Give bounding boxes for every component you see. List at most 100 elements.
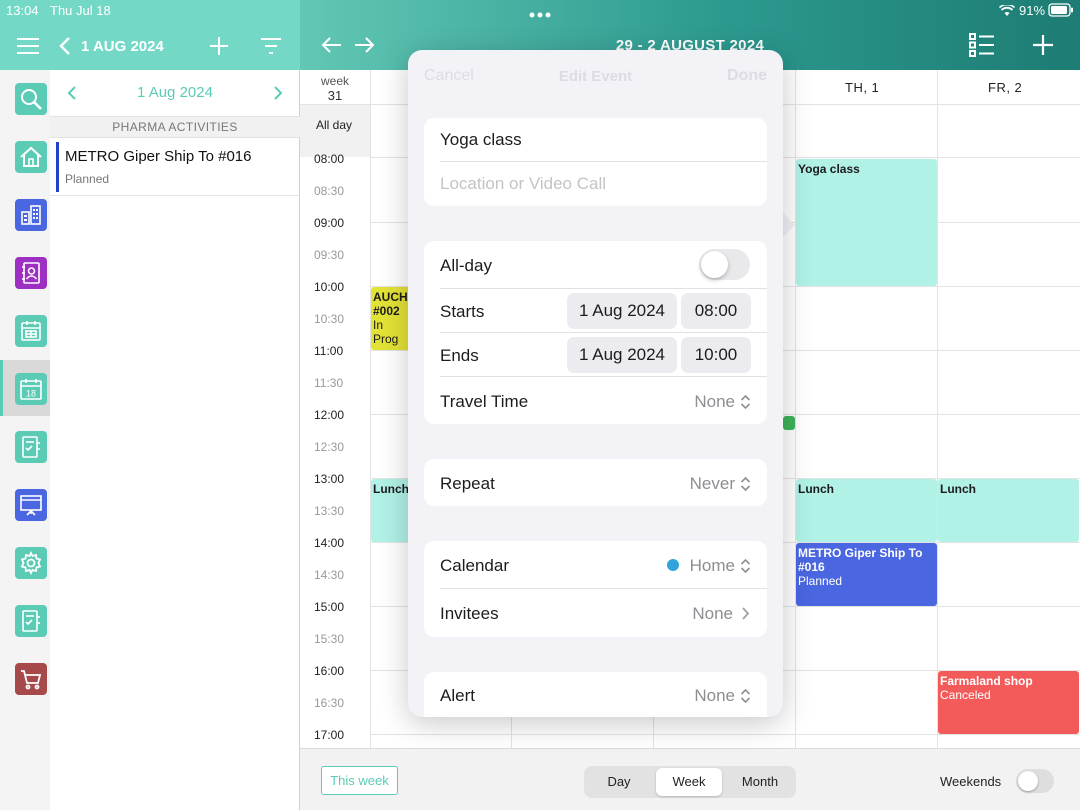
alert-group: Alert None [424, 672, 767, 717]
time-label: 10:00 [314, 280, 345, 294]
status-date: Thu Jul 18 [50, 3, 111, 18]
rail-orders[interactable] [0, 650, 50, 706]
invitees-value: None [692, 604, 733, 623]
event-title: Yoga class [798, 162, 860, 176]
invitees-row[interactable]: Invitees None [424, 589, 767, 637]
battery-icon [1048, 3, 1074, 22]
section-header: PHARMA ACTIVITIES [50, 116, 300, 138]
repeat-row[interactable]: Repeat Never [424, 459, 767, 506]
event-yoga-class[interactable]: Yoga class [796, 159, 937, 286]
time-label: 12:00 [314, 408, 345, 422]
ends-time-button[interactable]: 10:00 [681, 337, 751, 373]
time-label: 11:30 [314, 376, 344, 390]
rail-settings[interactable] [0, 534, 50, 590]
next-day-chevron-icon[interactable] [272, 85, 284, 106]
time-label: 12:30 [314, 440, 345, 454]
list-item-title: METRO Giper Ship To #016 [65, 148, 252, 165]
back-chevron-icon[interactable] [58, 36, 72, 61]
popover-arrow [783, 213, 795, 237]
battery-percent: 91% [1019, 3, 1046, 18]
day-header-friday[interactable]: FR, 2 [988, 80, 1022, 95]
event-title: AUCHA [373, 290, 411, 304]
event-status: In Prog [373, 318, 399, 346]
all-day-label: All day [316, 118, 353, 132]
travel-time-row[interactable]: Travel Time None [424, 377, 767, 424]
time-label: 15:30 [314, 632, 345, 646]
checklist-icon [15, 431, 47, 463]
starts-time-button[interactable]: 08:00 [681, 293, 751, 329]
rail-presentations[interactable] [0, 476, 50, 532]
time-label: 14:30 [314, 568, 345, 582]
weekends-toggle[interactable] [1016, 769, 1054, 793]
event-lunch-monday[interactable]: Lunch [371, 479, 411, 542]
repeat-label: Repeat [440, 474, 495, 493]
all-day-toggle[interactable] [699, 249, 750, 280]
status-time: 13:04 [6, 3, 39, 18]
module-rail: 18 [0, 70, 50, 810]
alert-row[interactable]: Alert None [424, 672, 767, 717]
header-date[interactable]: 1 AUG 2024 [81, 38, 164, 55]
event-auchan[interactable]: AUCHA #002 In Prog [371, 287, 411, 350]
activity-list-panel: 1 Aug 2024 PHARMA ACTIVITIES METRO Giper… [50, 70, 300, 810]
event-title: Lunch [940, 482, 976, 496]
toggle-knob [1018, 771, 1038, 791]
event-metro[interactable]: METRO Giper Ship To #016 Planned [796, 543, 937, 606]
rail-planner[interactable] [0, 302, 50, 358]
view-day-option[interactable]: Day [586, 768, 652, 796]
toggle-knob [701, 251, 728, 278]
multitask-dots-icon[interactable] [528, 6, 552, 24]
add-event-icon[interactable] [1031, 33, 1055, 62]
travel-time-value: None [694, 392, 735, 411]
status-color-bar [56, 142, 59, 192]
ends-row: Ends 1 Aug 2024 10:00 [424, 333, 767, 377]
buildings-icon [15, 199, 47, 231]
this-week-button[interactable]: This week [321, 766, 398, 795]
location-field[interactable]: Location or Video Call [424, 162, 767, 206]
rail-surveys[interactable] [0, 592, 50, 648]
repeat-group: Repeat Never [424, 459, 767, 506]
event-lunch-thursday[interactable]: Lunch [796, 479, 937, 542]
rail-calendar[interactable]: 18 [0, 360, 50, 416]
contacts-book-icon [15, 257, 47, 289]
calendar-18-icon: 18 [15, 373, 47, 405]
rail-contacts[interactable] [0, 244, 50, 300]
menu-icon[interactable] [16, 36, 40, 61]
starts-row: Starts 1 Aug 2024 08:00 [424, 289, 767, 333]
view-week-option[interactable]: Week [656, 768, 722, 796]
event-lunch-friday[interactable]: Lunch [938, 479, 1079, 542]
repeat-value: Never [689, 474, 735, 493]
rail-home[interactable] [0, 128, 50, 184]
filter-icon[interactable] [260, 36, 282, 61]
ends-date-button[interactable]: 1 Aug 2024 [567, 337, 677, 373]
rail-search[interactable] [0, 70, 50, 126]
calendar-grid-icon [15, 315, 47, 347]
checklist-icon [15, 605, 47, 637]
time-label: 08:30 [314, 184, 345, 198]
rail-tasks[interactable] [0, 418, 50, 474]
event-title: Farmaland shop [940, 674, 1033, 688]
event-farmaland[interactable]: Farmaland shop Canceled [938, 671, 1079, 734]
event-title-field[interactable]: Yoga class [424, 118, 767, 162]
rail-accounts[interactable] [0, 186, 50, 242]
day-header-thursday[interactable]: TH, 1 [845, 80, 879, 95]
event-marker-green[interactable] [783, 416, 795, 430]
view-month-option[interactable]: Month [726, 768, 794, 796]
event-title: Lunch [373, 482, 409, 496]
event-title-line2: #002 [373, 304, 400, 318]
wifi-icon [998, 3, 1016, 22]
presentation-icon [15, 489, 47, 521]
add-icon[interactable] [208, 35, 230, 62]
list-view-icon[interactable] [969, 33, 995, 62]
alert-label: Alert [440, 686, 475, 705]
next-week-arrow-icon[interactable] [353, 36, 375, 59]
ends-label: Ends [440, 346, 479, 365]
gear-icon [15, 547, 47, 579]
calendar-row[interactable]: Calendar Home [424, 541, 767, 589]
done-button[interactable]: Done [727, 67, 767, 85]
list-item[interactable]: METRO Giper Ship To #016 Planned [50, 138, 300, 196]
starts-date-button[interactable]: 1 Aug 2024 [567, 293, 677, 329]
all-day-row: All-day [424, 241, 767, 288]
edit-event-popover: Cancel Edit Event Done Yoga class Locati… [408, 50, 783, 717]
calendar-label: Calendar [440, 556, 509, 575]
previous-week-arrow-icon[interactable] [321, 36, 343, 59]
